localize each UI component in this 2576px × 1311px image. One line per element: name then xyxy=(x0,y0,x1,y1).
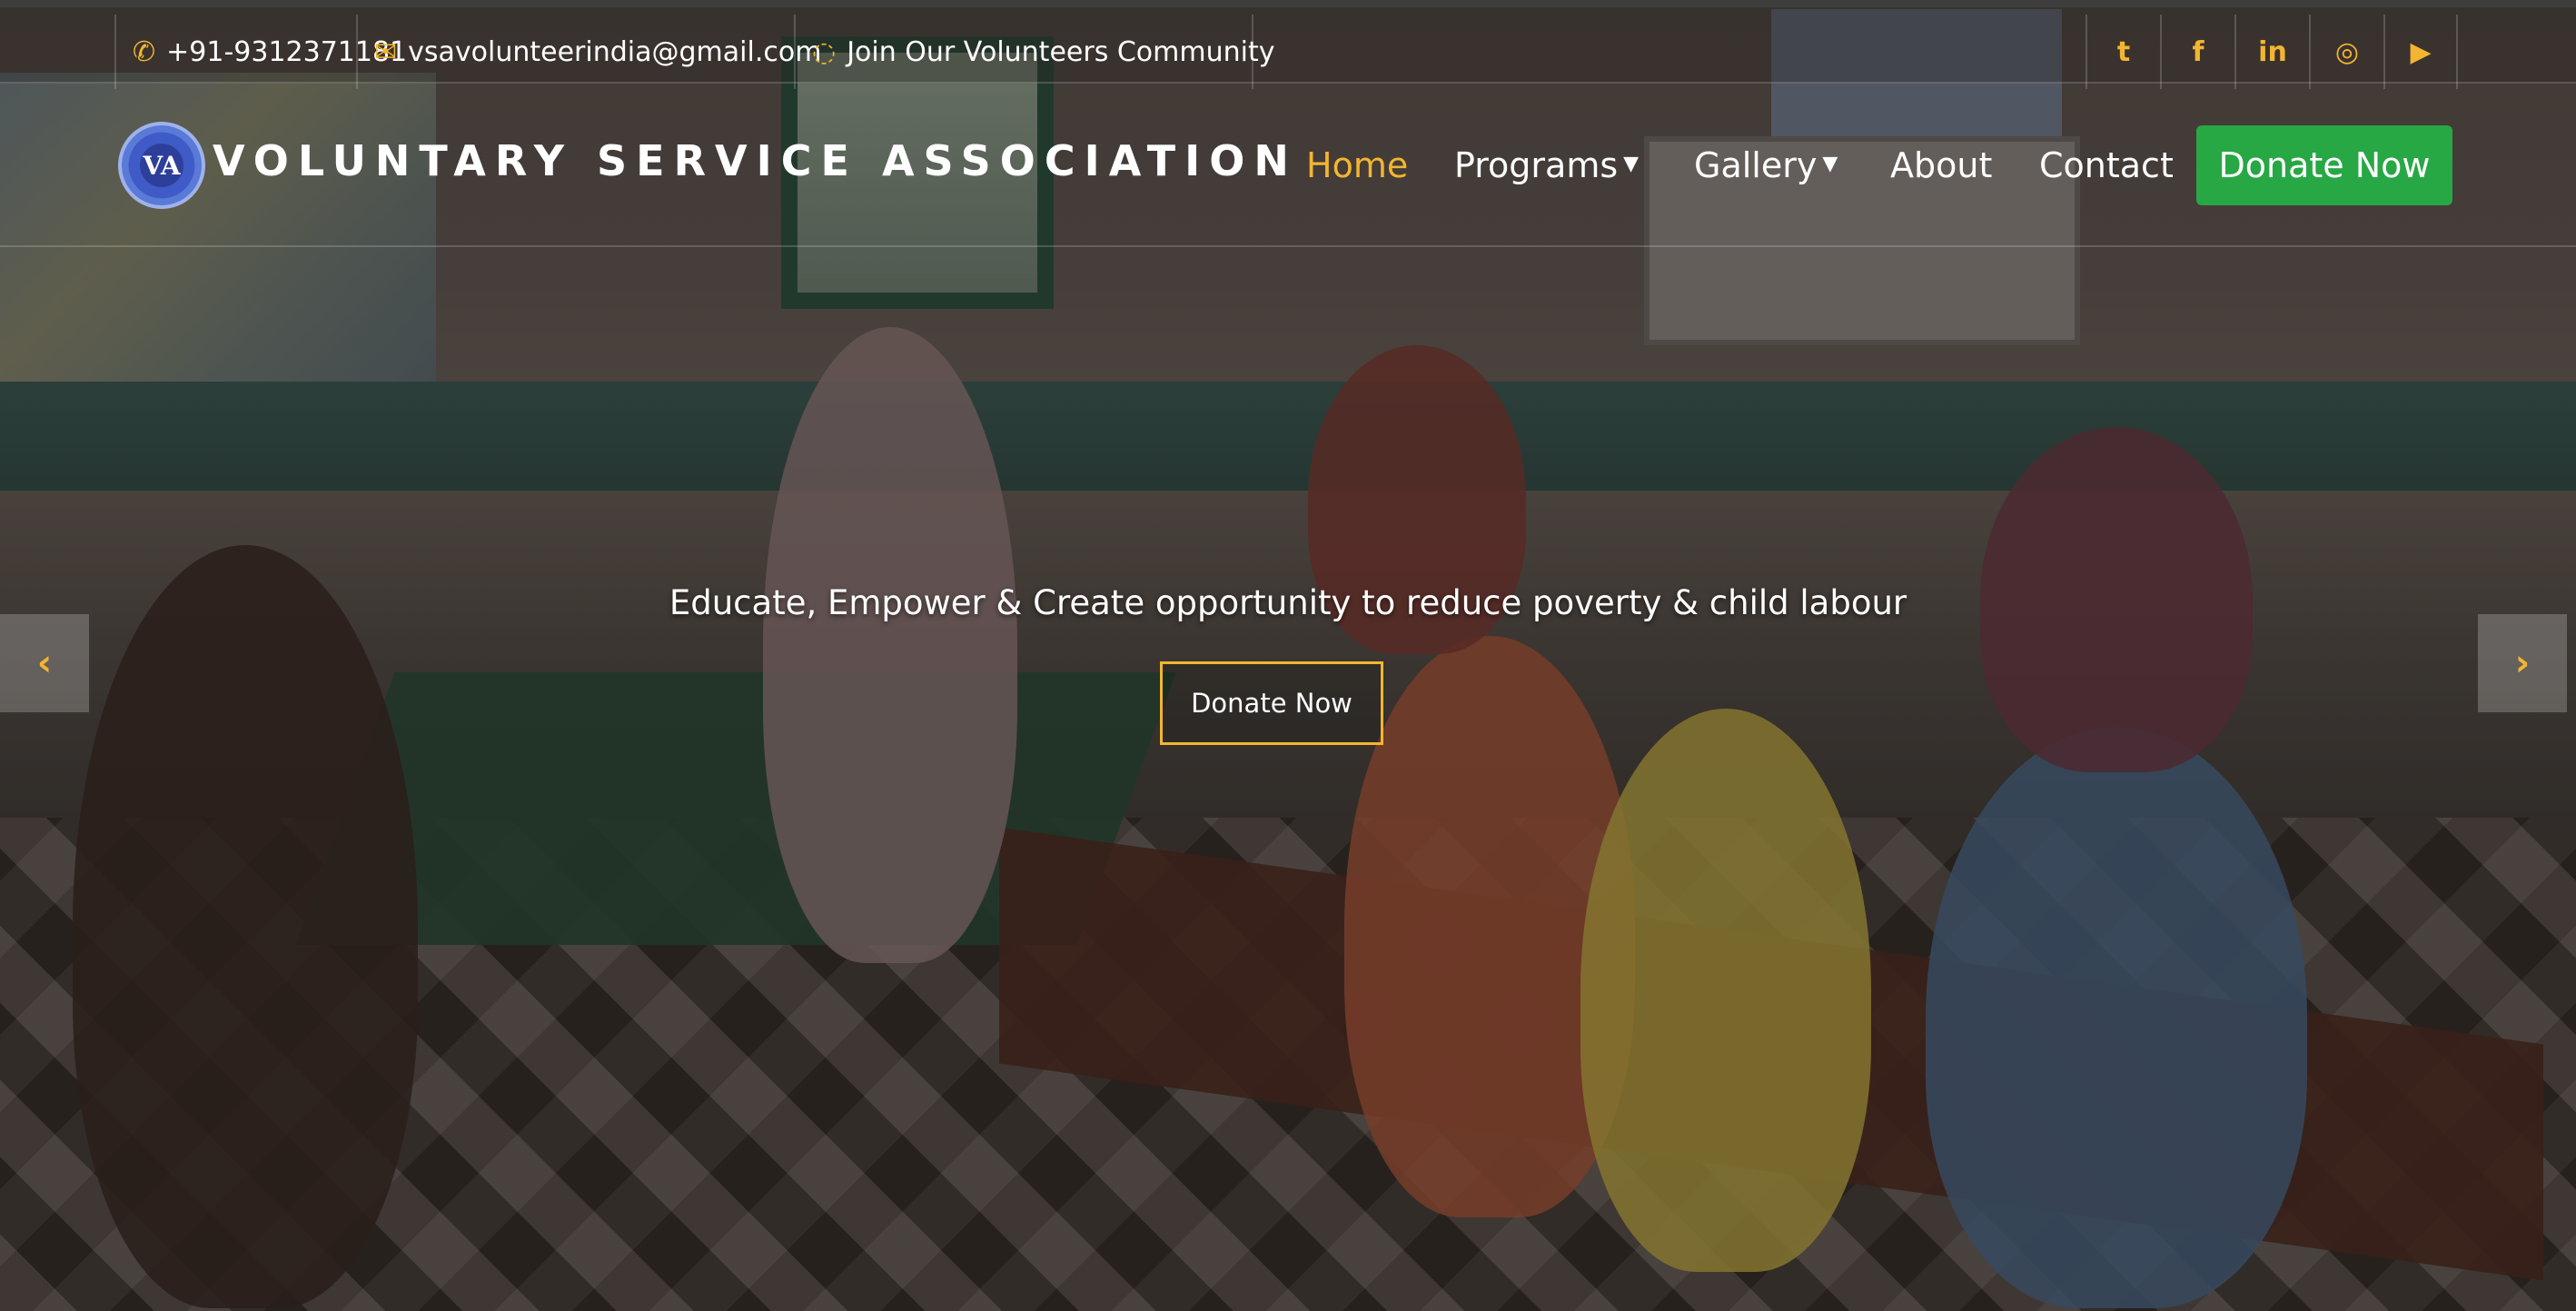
nav-gallery-label: Gallery xyxy=(1694,145,1818,185)
main-navbar: VA VOLUNTARY SERVICE ASSOCIATION Home Pr… xyxy=(0,84,2576,247)
phone-icon: ✆ xyxy=(133,35,156,68)
nav-contact-label: Contact xyxy=(2039,145,2174,185)
chevron-left-icon: ‹ xyxy=(36,642,53,684)
twitter-link[interactable]: t xyxy=(2086,15,2160,89)
linkedin-link[interactable]: in xyxy=(2234,15,2309,89)
facebook-link[interactable]: f xyxy=(2160,15,2234,89)
hero-donate-button[interactable]: Donate Now xyxy=(1160,661,1383,745)
envelope-icon: ✉ xyxy=(374,35,398,68)
whatsapp-icon: ◌ xyxy=(812,35,837,68)
youtube-icon: ▶ xyxy=(2410,35,2432,68)
logo-text: VA xyxy=(143,150,181,181)
nav-programs-label: Programs xyxy=(1454,145,1619,185)
chevron-down-icon: ▼ xyxy=(1822,152,1838,175)
nav-contact[interactable]: Contact xyxy=(2039,120,2174,211)
linkedin-icon: in xyxy=(2258,35,2287,68)
hero-tagline: Educate, Empower & Create opportunity to… xyxy=(669,583,1907,622)
twitter-icon: t xyxy=(2116,35,2131,68)
logo-icon[interactable]: VA xyxy=(118,122,205,209)
email-link[interactable]: ✉ vsavolunteerindia@gmail.com xyxy=(356,15,837,89)
email-address: vsavolunteerindia@gmail.com xyxy=(408,35,822,68)
nav-about[interactable]: About xyxy=(1890,120,1992,211)
top-contact-bar: ✆ +91-9312371181 ✉ vsavolunteerindia@gma… xyxy=(0,0,2576,89)
carousel-prev-button[interactable]: ‹ xyxy=(0,614,89,712)
community-text: Join Our Volunteers Community xyxy=(847,35,1275,68)
hero-donate-label: Donate Now xyxy=(1191,688,1352,719)
donate-now-label: Donate Now xyxy=(2218,145,2431,185)
facebook-icon: f xyxy=(2192,35,2204,68)
donate-now-button[interactable]: Donate Now xyxy=(2196,125,2452,205)
chevron-right-icon: › xyxy=(2514,642,2531,684)
brand-name[interactable]: VOLUNTARY SERVICE ASSOCIATION xyxy=(213,136,1298,185)
nav-about-label: About xyxy=(1890,145,1993,185)
youtube-link[interactable]: ▶ xyxy=(2383,15,2458,89)
nav-programs[interactable]: Programs ▼ xyxy=(1454,120,1639,211)
nav-home-label: Home xyxy=(1306,145,1409,185)
topbar-divider xyxy=(1252,15,1253,89)
community-link[interactable]: ◌ Join Our Volunteers Community xyxy=(794,15,1292,89)
nav-gallery[interactable]: Gallery ▼ xyxy=(1694,120,1838,211)
instagram-link[interactable]: ◎ xyxy=(2309,15,2383,89)
chevron-down-icon: ▼ xyxy=(1623,152,1640,175)
instagram-icon: ◎ xyxy=(2334,35,2360,68)
carousel-next-button[interactable]: › xyxy=(2478,614,2567,712)
nav-home[interactable]: Home xyxy=(1306,120,1408,211)
